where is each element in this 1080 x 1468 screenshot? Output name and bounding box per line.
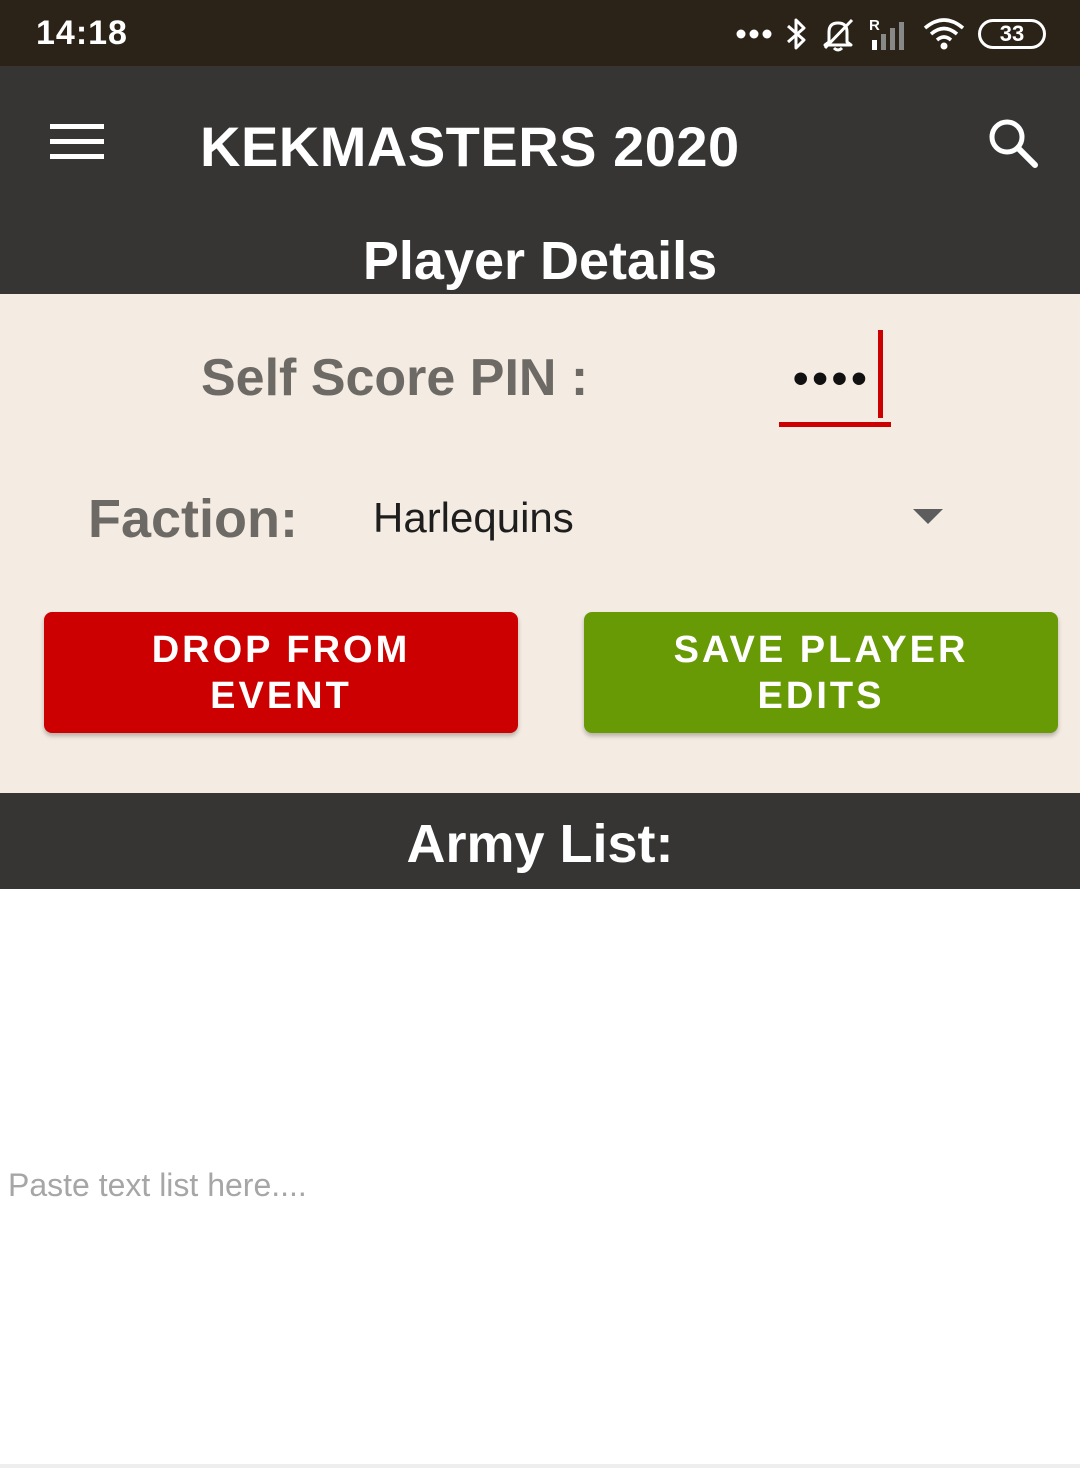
- app-title: KEKMASTERS 2020: [200, 115, 740, 178]
- save-player-edits-button[interactable]: SAVE PLAYER EDITS: [584, 612, 1058, 733]
- bluetooth-icon: [784, 16, 808, 52]
- faction-value: Harlequins: [373, 494, 574, 541]
- status-time: 14:18: [36, 14, 128, 52]
- bell-off-icon: [820, 16, 856, 52]
- drop-from-event-button[interactable]: DROP FROM EVENT: [44, 612, 518, 733]
- more-dots-icon: [736, 28, 772, 40]
- faction-dropdown[interactable]: Harlequins: [356, 478, 960, 554]
- pin-underline: [779, 422, 891, 427]
- divider: [0, 1464, 1080, 1468]
- pin-label: Self Score PIN :: [201, 349, 589, 407]
- svg-text:R: R: [869, 17, 880, 34]
- faction-label: Faction:: [88, 489, 298, 549]
- army-list-placeholder: Paste text list here....: [8, 1167, 307, 1203]
- pin-value: ••••: [793, 354, 871, 403]
- page-title: Player Details: [362, 231, 718, 291]
- signal-roaming-icon: R: [868, 16, 910, 52]
- pin-input[interactable]: ••••: [779, 330, 891, 428]
- text-cursor: [878, 330, 883, 418]
- search-icon[interactable]: [978, 110, 1048, 176]
- app-bar: KEKMASTERS 2020 Player Details: [0, 66, 1080, 294]
- status-bar: 14:18 R 33: [0, 0, 1080, 66]
- player-details-panel: Self Score PIN : •••• Faction: Harlequin…: [0, 294, 1080, 793]
- status-icons: R 33: [736, 12, 1046, 56]
- army-list-title: Army List:: [406, 814, 674, 874]
- army-list-header: Army List:: [0, 793, 1080, 889]
- army-list-input[interactable]: Paste text list here....: [0, 889, 1080, 1464]
- hamburger-menu-icon[interactable]: [44, 116, 110, 168]
- wifi-icon: [922, 16, 966, 52]
- battery-icon: 33: [978, 19, 1046, 49]
- dropdown-arrow-icon: [913, 509, 943, 524]
